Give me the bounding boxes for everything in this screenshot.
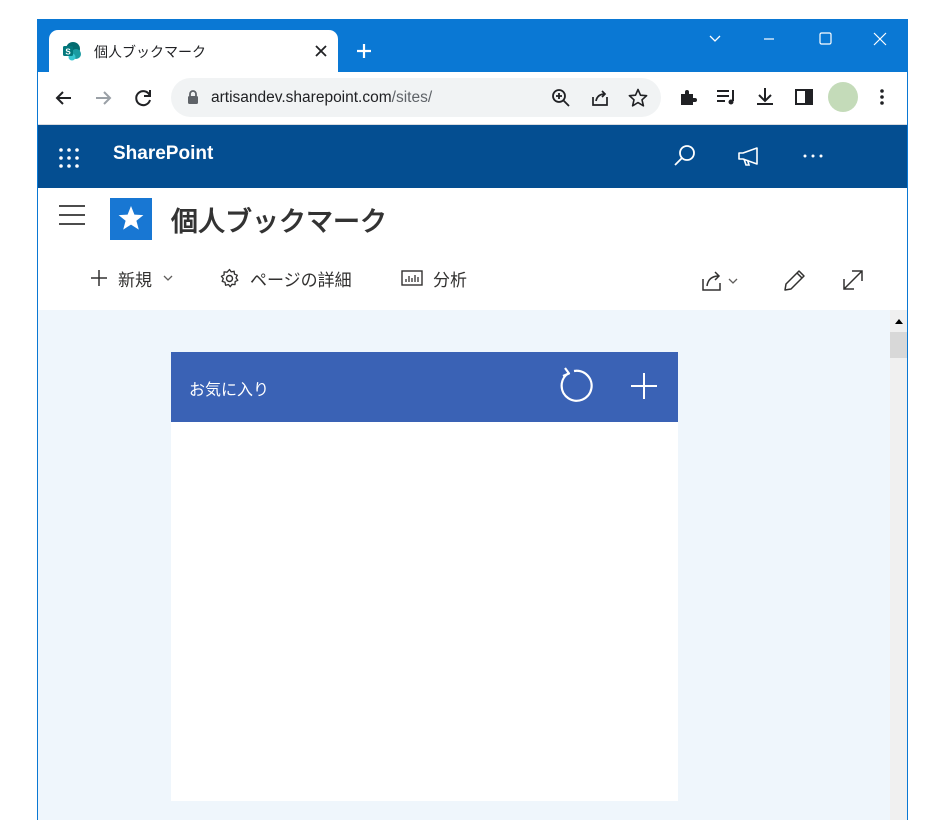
- site-logo-star-icon[interactable]: [110, 198, 152, 240]
- app-launcher-icon[interactable]: [58, 147, 80, 169]
- extensions-puzzle-icon[interactable]: [676, 85, 700, 109]
- add-icon[interactable]: [624, 366, 664, 406]
- svg-text:S: S: [65, 48, 71, 57]
- back-arrow-icon[interactable]: [52, 86, 76, 110]
- window-close-icon[interactable]: [858, 27, 902, 51]
- analytics-label: 分析: [433, 270, 467, 291]
- refresh-icon[interactable]: [554, 366, 594, 406]
- search-icon[interactable]: [672, 143, 698, 169]
- bookmark-star-icon[interactable]: [627, 87, 649, 109]
- vertical-scrollbar[interactable]: [890, 310, 907, 820]
- plus-icon: [91, 270, 107, 286]
- expand-icon[interactable]: [840, 267, 866, 293]
- tab-close-icon[interactable]: [312, 42, 330, 60]
- new-command-label: 新規: [118, 270, 152, 291]
- url-text: artisandev.sharepoint.com/sites/: [211, 89, 432, 107]
- hamburger-menu-icon[interactable]: [58, 204, 86, 226]
- gear-icon: [220, 268, 239, 287]
- site-title[interactable]: 個人ブックマーク: [171, 200, 387, 239]
- download-icon[interactable]: [753, 85, 777, 109]
- site-header: 個人ブックマーク 新規 ページの詳細 分析: [38, 188, 907, 310]
- page-details-command-button[interactable]: ページの詳細: [219, 264, 352, 292]
- edit-pencil-icon[interactable]: [782, 267, 808, 293]
- maximize-icon[interactable]: [803, 27, 847, 51]
- side-panel-icon[interactable]: [792, 85, 816, 109]
- zoom-icon[interactable]: [550, 87, 572, 109]
- lock-icon[interactable]: [184, 88, 202, 106]
- sharepoint-favicon-icon: S: [62, 41, 82, 61]
- url-host: artisandev.sharepoint.com: [211, 89, 392, 106]
- analytics-chart-icon: [401, 270, 423, 286]
- new-command-button[interactable]: 新規: [90, 264, 174, 292]
- forward-arrow-icon[interactable]: [91, 86, 115, 110]
- favorites-webpart: お気に入り: [171, 352, 678, 801]
- share-icon[interactable]: [589, 87, 611, 109]
- tab-search-chevron-down-icon[interactable]: [693, 27, 737, 51]
- reload-icon[interactable]: [131, 86, 155, 110]
- browser-menu-icon[interactable]: [870, 85, 894, 109]
- minimize-icon[interactable]: [747, 27, 791, 51]
- chevron-down-icon: [163, 275, 173, 281]
- sharepoint-suite-bar: SharePoint: [38, 125, 907, 188]
- more-icon[interactable]: [800, 143, 826, 169]
- tab-title: 個人ブックマーク: [94, 45, 206, 61]
- webpart-header: お気に入り: [171, 352, 678, 422]
- profile-avatar[interactable]: [828, 82, 858, 112]
- webpart-title: お気に入り: [189, 380, 270, 399]
- tab-strip: S 個人ブックマーク: [38, 19, 907, 72]
- reading-list-icon[interactable]: [714, 85, 738, 109]
- scroll-up-arrow-icon[interactable]: [895, 319, 903, 324]
- new-tab-plus-icon[interactable]: [355, 42, 373, 60]
- share-dropdown-icon[interactable]: [700, 267, 746, 293]
- sharepoint-brand[interactable]: SharePoint: [113, 143, 213, 165]
- megaphone-icon[interactable]: [736, 143, 762, 169]
- browser-tab[interactable]: S 個人ブックマーク: [49, 30, 338, 72]
- browser-toolbar: artisandev.sharepoint.com/sites/: [38, 72, 907, 125]
- scroll-thumb[interactable]: [890, 332, 907, 358]
- page-details-label: ページの詳細: [250, 270, 352, 291]
- address-bar[interactable]: artisandev.sharepoint.com/sites/: [171, 78, 661, 117]
- url-path: /sites/: [391, 89, 433, 106]
- analytics-command-button[interactable]: 分析: [401, 264, 467, 292]
